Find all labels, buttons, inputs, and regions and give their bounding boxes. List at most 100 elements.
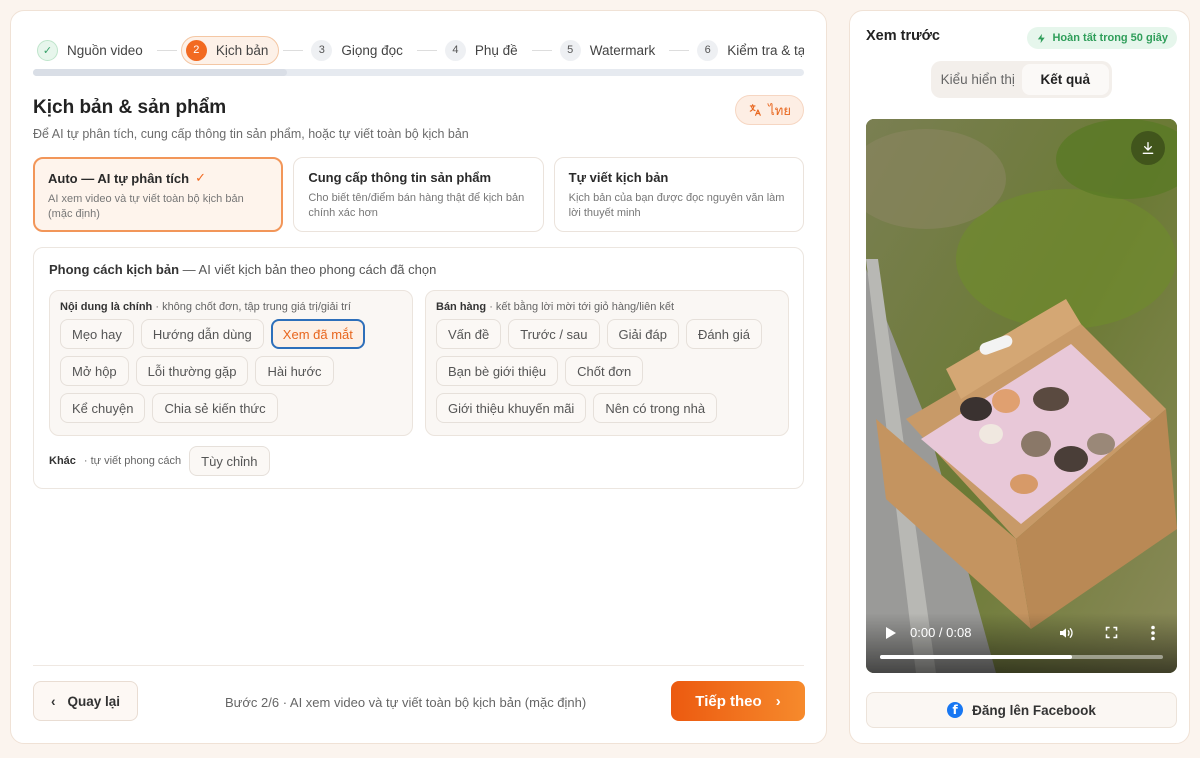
video-frame-kittens-in-box bbox=[866, 119, 1177, 673]
check-icon: ✓ bbox=[37, 39, 58, 61]
style-chip-ke-chuyen[interactable]: Kể chuyện bbox=[60, 393, 146, 423]
style-section-heading: Phong cách kịch bản — AI viết kịch bản t… bbox=[49, 262, 437, 277]
step-number: 3 bbox=[311, 39, 333, 61]
step-number: 5 bbox=[559, 39, 581, 61]
video-seek-fill bbox=[880, 655, 1073, 659]
step-label: Watermark bbox=[589, 42, 656, 58]
video-time: 0:00 / 0:08 bbox=[910, 625, 972, 640]
step-watermark[interactable]: 5 Watermark bbox=[556, 37, 666, 64]
step-label: Kiểm tra & tạ bbox=[727, 42, 804, 58]
stepper-progress-track bbox=[33, 69, 804, 76]
group-title: Khác bbox=[49, 455, 76, 467]
mode-description: Cho biết tên/điểm bán hàng thật để kịch … bbox=[308, 192, 525, 219]
video-controls: 0:00 / 0:08 bbox=[866, 613, 1177, 673]
preview-panel: Xem trước Hoàn tất trong 50 giây Kiểu hi… bbox=[849, 10, 1190, 744]
step-number: 2 bbox=[185, 39, 207, 61]
step-status-text: Bước 2/6 · AI xem video và tự viết toàn … bbox=[225, 695, 587, 710]
video-player[interactable]: 0:00 / 0:08 bbox=[866, 119, 1177, 673]
style-chip-ban-be-gioi-thieu[interactable]: Bạn bè giới thiệu bbox=[436, 356, 559, 386]
group-note: · kết bằng lời mời tới giỏ hàng/liên kết bbox=[489, 301, 675, 313]
tab-display-style[interactable]: Kiểu hiển thị bbox=[934, 64, 1022, 95]
language-button[interactable]: ไทย bbox=[735, 95, 804, 125]
step-voice[interactable]: 3 Giọng đọc bbox=[307, 37, 413, 64]
group-note: · không chốt đơn, tập trung giá trị/giải… bbox=[155, 301, 351, 313]
step-separator bbox=[669, 49, 690, 51]
sales-style-group: Bán hàng · kết bằng lời mời tới giỏ hàng… bbox=[425, 290, 789, 436]
check-icon: ✓ bbox=[195, 170, 206, 185]
step-script[interactable]: 2 Kịch bản bbox=[180, 35, 280, 65]
style-chip-chot-don[interactable]: Chốt đơn bbox=[565, 356, 644, 386]
mode-custom-script[interactable]: Tự viết kịch bản Kịch bản của bạn được đ… bbox=[553, 157, 804, 232]
step-separator bbox=[283, 49, 304, 51]
page-subtitle: Để AI tự phân tích, cung cấp thông tin s… bbox=[33, 127, 469, 141]
status-badge: Hoàn tất trong 50 giây bbox=[1027, 27, 1177, 49]
script-style-section: Phong cách kịch bản — AI viết kịch bản t… bbox=[33, 247, 804, 489]
script-panel: ✓ Nguồn video 2 Kịch bản 3 Giọng đọc 4 P… bbox=[10, 10, 827, 744]
step-separator bbox=[416, 49, 437, 51]
step-subtitles[interactable]: 4 Phụ đề bbox=[441, 37, 528, 64]
chevron-right-icon: › bbox=[775, 692, 781, 710]
step-separator bbox=[156, 49, 177, 51]
fullscreen-icon[interactable] bbox=[1104, 625, 1119, 640]
download-button[interactable] bbox=[1131, 131, 1165, 165]
style-chip-xem-da-mat[interactable]: Xem đã mắt bbox=[270, 319, 365, 349]
chevron-left-icon: ‹ bbox=[50, 693, 56, 709]
more-options-icon[interactable] bbox=[1150, 625, 1156, 641]
step-review[interactable]: 6 Kiểm tra & tạ bbox=[693, 37, 804, 64]
style-chip-nen-co-trong-nha[interactable]: Nên có trong nhà bbox=[593, 393, 718, 423]
video-seek-bar[interactable] bbox=[880, 655, 1163, 659]
mode-title: Tự viết kịch bản bbox=[568, 170, 669, 185]
lightning-icon bbox=[1038, 33, 1046, 43]
mode-title: Auto — AI tự phân tích bbox=[48, 170, 190, 186]
step-label: Nguồn video bbox=[67, 42, 143, 58]
page-title: Kịch bản & sản phẩm bbox=[33, 97, 227, 118]
download-icon bbox=[1142, 142, 1154, 154]
style-chip-gioi-thieu-khuyen-mai[interactable]: Giới thiệu khuyến mãi bbox=[436, 393, 587, 423]
volume-icon[interactable] bbox=[1058, 625, 1074, 641]
style-chip-chia-se-kien-thuc[interactable]: Chia sẻ kiến thức bbox=[152, 393, 278, 423]
preview-mode-toggle: Kiểu hiển thị Kết quả bbox=[931, 61, 1112, 98]
preview-title: Xem trước bbox=[866, 28, 941, 44]
facebook-icon: f bbox=[947, 702, 964, 718]
mode-title: Cung cấp thông tin sản phẩm bbox=[308, 170, 492, 185]
stepper-progress-fill bbox=[33, 69, 288, 76]
sales-style-chips: Vấn đề Trước / sau Giải đáp Đánh giá Bạn bè … bbox=[436, 319, 778, 423]
style-chip-mo-hop[interactable]: Mở hộp bbox=[60, 356, 129, 386]
mode-description: Kịch bản của bạn được đọc nguyên văn làm… bbox=[568, 192, 785, 219]
mode-product-info[interactable]: Cung cấp thông tin sản phẩm Cho biết tên… bbox=[293, 157, 544, 232]
step-separator bbox=[531, 49, 552, 51]
content-style-group: Nội dung là chính · không chốt đơn, tập … bbox=[49, 290, 413, 436]
back-button[interactable]: ‹ Quay lại bbox=[33, 681, 138, 721]
group-title: Bán hàng bbox=[436, 301, 487, 313]
mode-auto[interactable]: Auto — AI tự phân tích ✓ AI xem video và… bbox=[33, 157, 284, 232]
mode-description: AI xem video và tự viết toàn bộ kịch bản… bbox=[48, 193, 244, 220]
footer-divider bbox=[33, 665, 804, 666]
language-label: ไทย bbox=[768, 102, 791, 118]
style-chip-hai-huoc[interactable]: Hài hước bbox=[255, 356, 334, 386]
step-label: Kịch bản bbox=[215, 42, 269, 58]
style-chip-huong-dan-dung[interactable]: Hướng dẫn dùng bbox=[140, 319, 264, 349]
translate-icon bbox=[750, 104, 762, 116]
stepper: ✓ Nguồn video 2 Kịch bản 3 Giọng đọc 4 P… bbox=[33, 35, 804, 65]
style-chip-truoc-sau[interactable]: Trước / sau bbox=[508, 319, 600, 349]
step-label: Phụ đề bbox=[474, 42, 518, 58]
style-chip-van-de[interactable]: Vấn đề bbox=[436, 319, 502, 349]
style-chip-custom[interactable]: Tùy chỉnh bbox=[189, 446, 270, 476]
step-number: 4 bbox=[444, 39, 466, 61]
other-style-row: Khác · tự viết phong cách Tùy chỉnh bbox=[49, 446, 270, 476]
tab-result[interactable]: Kết quả bbox=[1021, 64, 1109, 95]
group-title: Nội dung là chính bbox=[60, 301, 153, 313]
group-note: · tự viết phong cách bbox=[83, 455, 182, 467]
script-mode-options: Auto — AI tự phân tích ✓ AI xem video và… bbox=[33, 157, 804, 232]
step-source-video[interactable]: ✓ Nguồn video bbox=[33, 37, 153, 64]
style-chip-loi-thuong-gap[interactable]: Lỗi thường gặp bbox=[135, 356, 249, 386]
style-chip-giai-dap[interactable]: Giải đáp bbox=[606, 319, 679, 349]
next-button[interactable]: Tiếp theo › bbox=[671, 681, 805, 721]
style-chip-meo-hay[interactable]: Mẹo hay bbox=[60, 319, 134, 349]
step-number: 6 bbox=[697, 39, 719, 61]
style-chip-danh-gia[interactable]: Đánh giá bbox=[685, 319, 762, 349]
step-label: Giọng đọc bbox=[341, 42, 403, 58]
content-style-chips: Mẹo hay Hướng dẫn dùng Xem đã mắt Mở hộp Lỗi… bbox=[60, 319, 402, 423]
post-to-facebook-button[interactable]: f Đăng lên Facebook bbox=[866, 692, 1177, 728]
play-icon[interactable] bbox=[882, 625, 898, 641]
